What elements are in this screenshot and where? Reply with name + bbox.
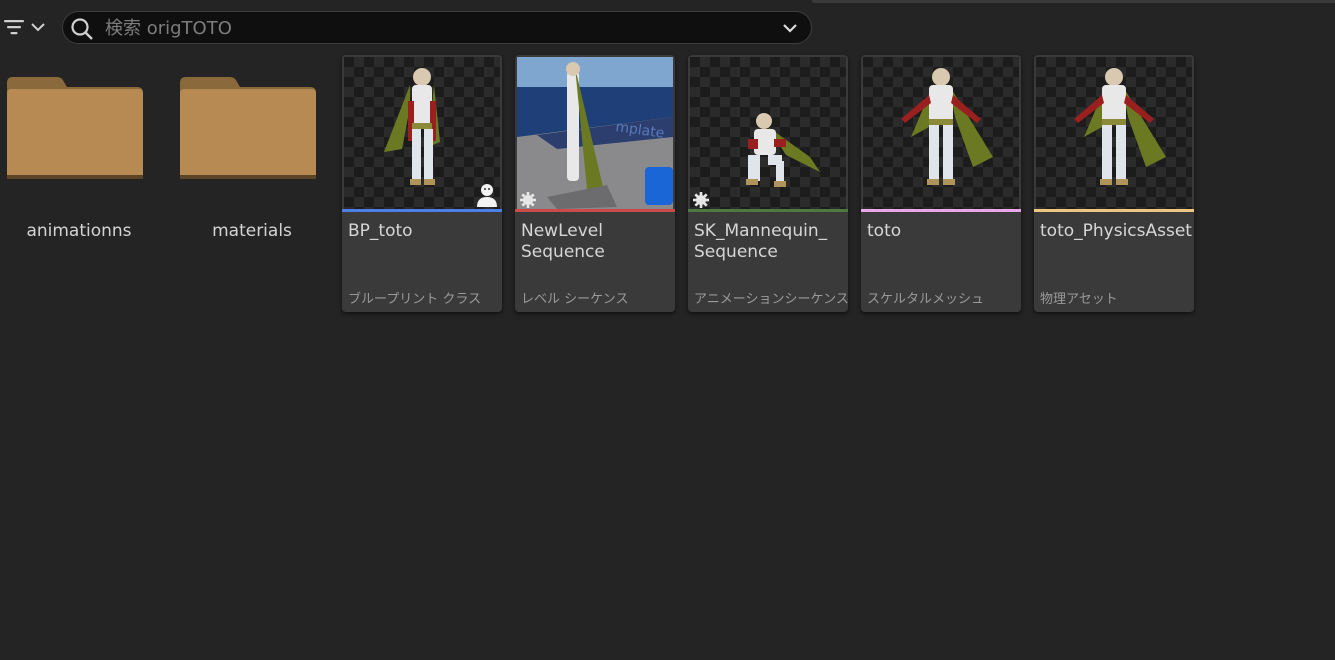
pawn-icon bbox=[477, 184, 497, 207]
gear-icon bbox=[520, 192, 536, 208]
level-thumbnail-icon: mplate bbox=[517, 57, 673, 209]
asset-tile-sk-mannequin-sequence[interactable]: SK_Mannequin_ Sequence アニメーションシーケンス bbox=[688, 55, 848, 312]
filter-lines-icon bbox=[4, 20, 24, 35]
panel-edge bbox=[812, 0, 1335, 3]
folder-materials[interactable]: materials bbox=[173, 55, 327, 305]
filter-button[interactable] bbox=[0, 14, 52, 40]
asset-name: NewLevel Sequence bbox=[521, 221, 605, 262]
asset-type: アニメーションシーケンス bbox=[694, 292, 848, 307]
asset-type-color-strip bbox=[861, 209, 1021, 212]
search-input[interactable] bbox=[105, 15, 765, 41]
search-box[interactable] bbox=[62, 11, 812, 44]
folder-label: materials bbox=[212, 221, 292, 241]
asset-type: 物理アセット bbox=[1040, 292, 1118, 307]
asset-type: スケルタルメッシュ bbox=[867, 292, 985, 307]
folder-label: animationns bbox=[26, 221, 132, 241]
asset-tile-bp-toto[interactable]: BP_toto ブループリント クラス bbox=[342, 55, 502, 312]
search-icon bbox=[71, 18, 93, 40]
character-thumbnail-icon bbox=[901, 68, 993, 185]
folder-animationns[interactable]: animationns bbox=[0, 55, 154, 305]
asset-tile-toto[interactable]: toto スケルタルメッシュ bbox=[861, 55, 1021, 312]
character-thumbnail-icon bbox=[1074, 68, 1166, 185]
asset-name: BP_toto bbox=[348, 221, 413, 241]
asset-type-color-strip bbox=[1034, 209, 1194, 212]
asset-name: toto bbox=[867, 221, 902, 241]
asset-type: レベル シーケンス bbox=[521, 292, 629, 307]
chevron-down-icon bbox=[31, 23, 45, 32]
character-thumbnail-icon bbox=[746, 113, 820, 187]
asset-type: ブループリント クラス bbox=[348, 292, 482, 307]
asset-thumbnail bbox=[344, 57, 500, 209]
asset-tile-toto-physicsasset[interactable]: toto_PhysicsAsset 物理アセット bbox=[1034, 55, 1194, 312]
asset-tile-newlevel-sequence[interactable]: mplate NewLevel Sequence レベル シーケンス bbox=[515, 55, 675, 312]
gear-icon bbox=[693, 192, 709, 208]
asset-type-color-strip bbox=[515, 209, 675, 212]
content-browser-toolbar bbox=[0, 0, 1335, 52]
chevron-down-icon[interactable] bbox=[780, 18, 800, 38]
asset-thumbnail bbox=[1036, 57, 1192, 209]
folder-icon bbox=[7, 77, 143, 179]
asset-thumbnail bbox=[863, 57, 1019, 209]
asset-thumbnail bbox=[690, 57, 846, 209]
folder-icon bbox=[180, 77, 316, 179]
asset-type-color-strip bbox=[342, 209, 502, 212]
asset-type-color-strip bbox=[688, 209, 848, 212]
asset-thumbnail: mplate bbox=[517, 57, 673, 209]
asset-name: SK_Mannequin_ Sequence bbox=[694, 221, 828, 262]
asset-name: toto_PhysicsAsset bbox=[1040, 221, 1192, 241]
